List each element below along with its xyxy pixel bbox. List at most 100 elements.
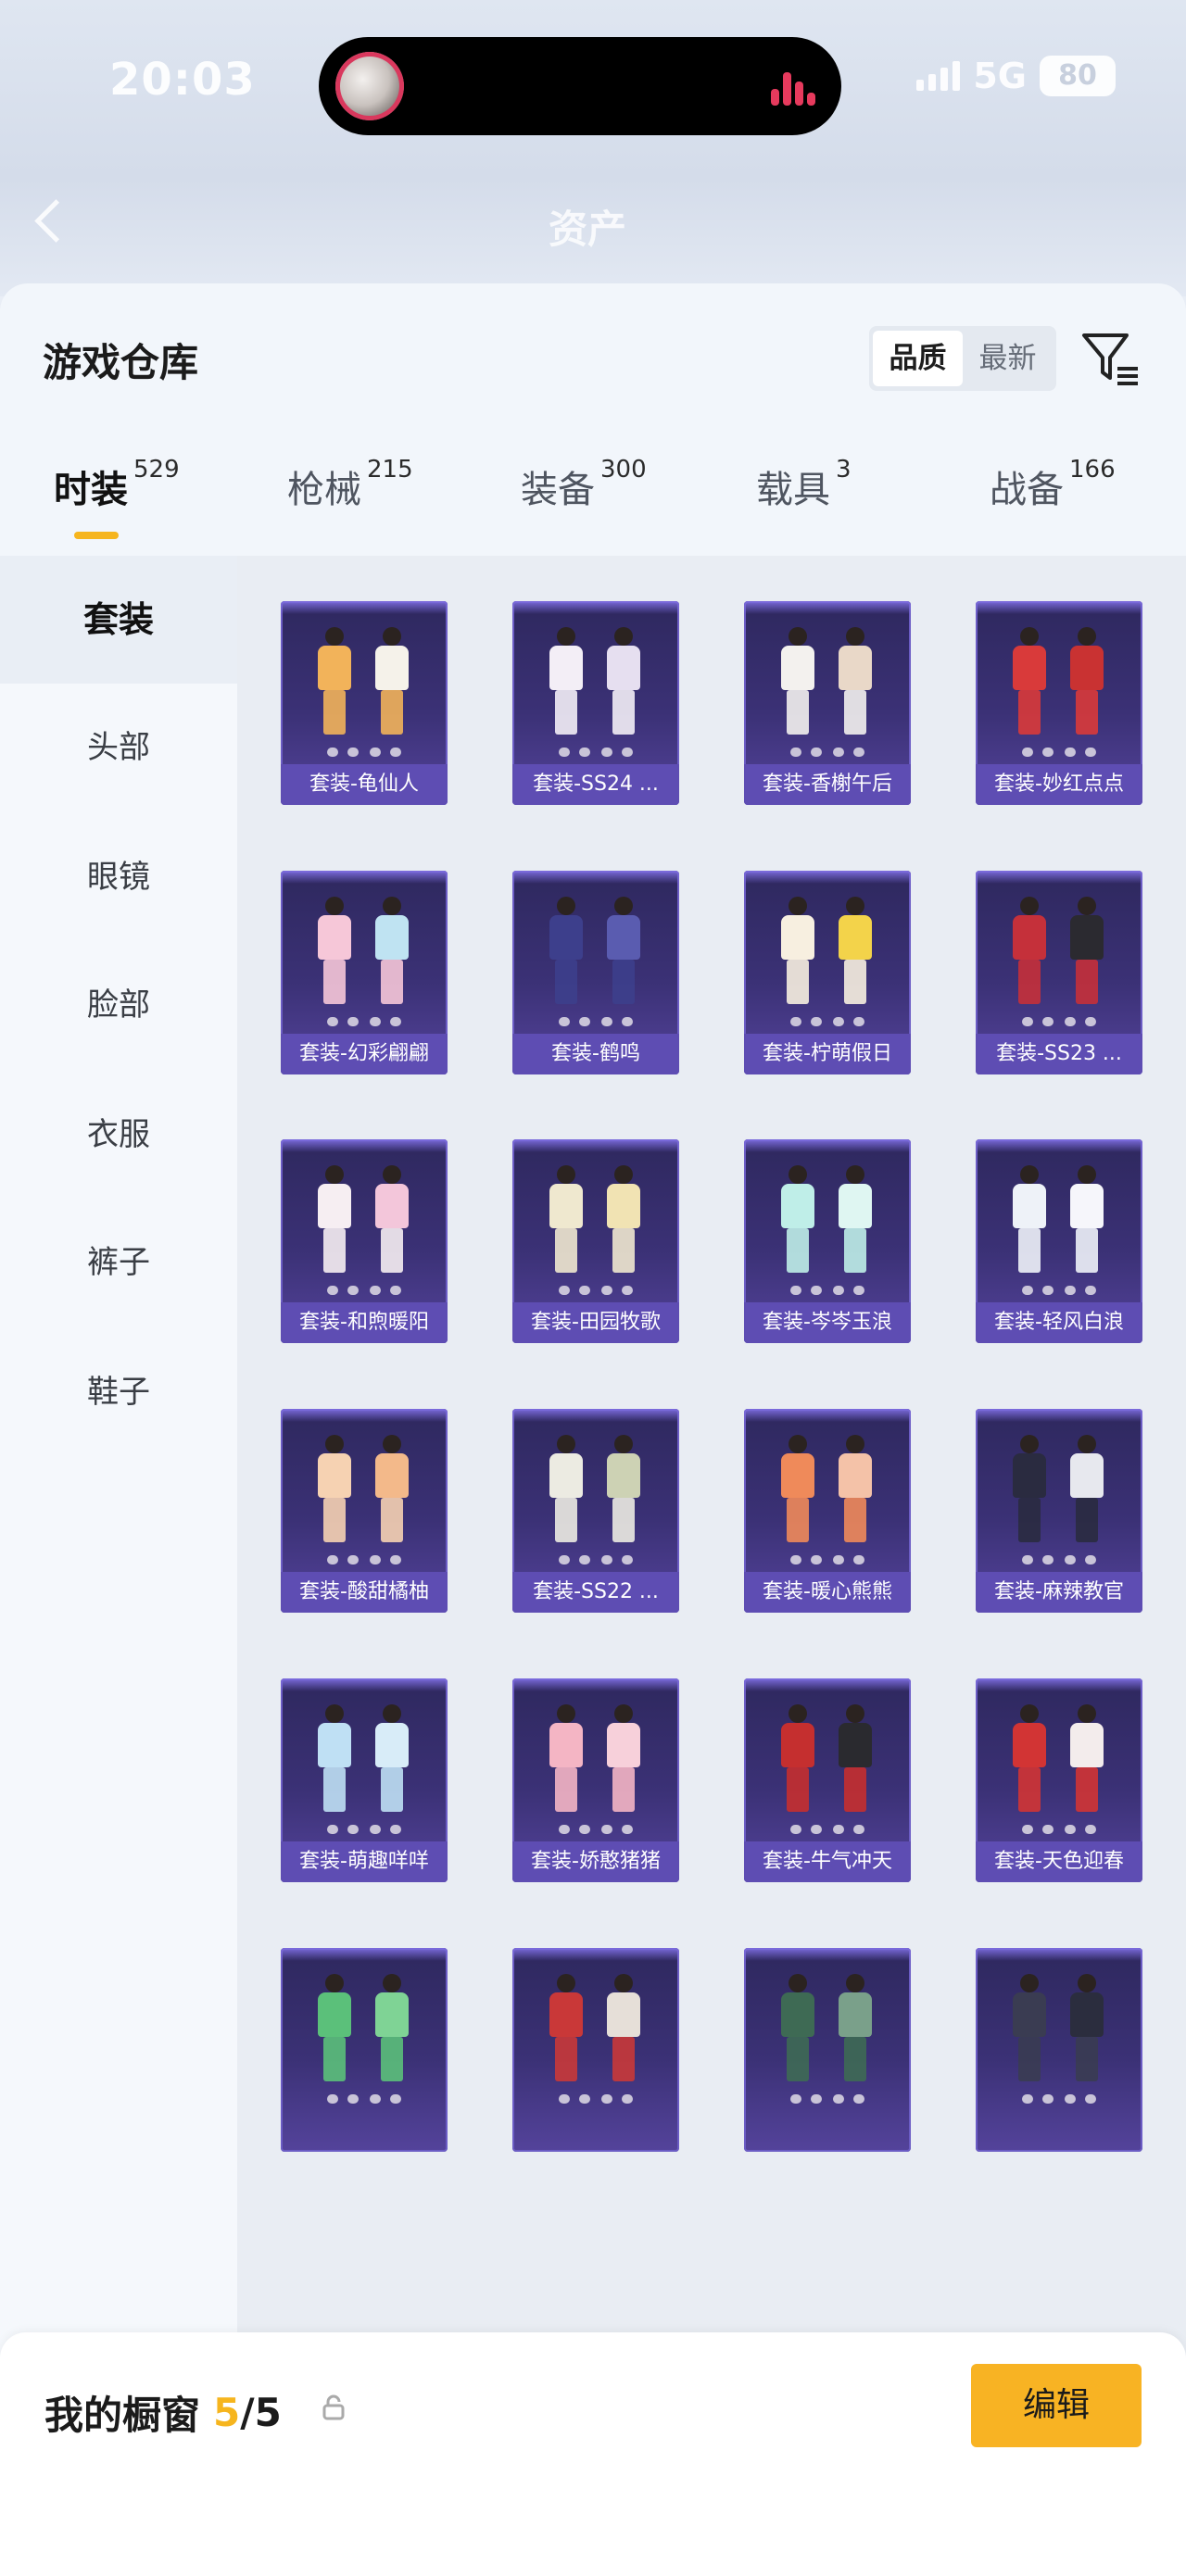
outfit-figure: [776, 627, 820, 736]
outfit-card-label: 套装-萌趣咩咩: [281, 1841, 448, 1882]
showcase-total: /5: [240, 2390, 282, 2435]
shoes-preview: [555, 2094, 637, 2104]
outfit-card[interactable]: 套装-幻彩翩翩: [281, 871, 448, 1074]
outfit-figure: [833, 627, 877, 736]
outfit-card[interactable]: [281, 1948, 448, 2152]
outfit-card[interactable]: 套装-麻辣教官: [976, 1409, 1142, 1613]
outfit-figure: [1065, 1435, 1109, 1544]
outfit-card-label: 套装-天色迎春: [976, 1841, 1142, 1882]
shoes-preview: [323, 1286, 405, 1295]
outfit-figure: [370, 1974, 414, 2083]
outfit-figure: [1065, 897, 1109, 1006]
outfit-figure: [1007, 627, 1052, 736]
outfit-figure: [312, 1165, 357, 1275]
filter-icon[interactable]: [1080, 330, 1142, 389]
outfit-figure: [544, 1974, 588, 2083]
outfit-card[interactable]: 套装-柠萌假日: [744, 871, 911, 1074]
sidebar-item-head[interactable]: 头部: [0, 684, 237, 811]
outfit-card[interactable]: 套装-牛气冲天: [744, 1678, 911, 1882]
outfit-card-label: 套装-龟仙人: [281, 764, 448, 805]
outfit-card[interactable]: 套装-岑岑玉浪: [744, 1139, 911, 1343]
outfit-card-label: 套装-酸甜橘柚: [281, 1572, 448, 1613]
outfit-figure: [776, 1165, 820, 1275]
tab-count: 215: [367, 456, 413, 484]
sidebar-item-shoes[interactable]: 鞋子: [0, 1328, 237, 1456]
shoes-preview: [787, 1017, 868, 1026]
outfit-card[interactable]: 套装-SS24 ...: [512, 601, 679, 805]
sort-quality[interactable]: 品质: [873, 331, 963, 386]
outfit-figure: [601, 1165, 646, 1275]
outfit-card[interactable]: 套装-轻风白浪: [976, 1139, 1142, 1343]
outfit-card-label: 套装-SS24 ...: [512, 764, 679, 805]
outfit-card-label: 套装-和煦暖阳: [281, 1302, 448, 1343]
outfit-card[interactable]: 套装-香榭午后: [744, 601, 911, 805]
outfit-figure: [312, 1704, 357, 1814]
tab-firearms[interactable]: 枪械 215: [287, 456, 413, 513]
outfit-figure: [833, 1704, 877, 1814]
outfit-card[interactable]: [512, 1948, 679, 2152]
outfit-card-label: 套装-田园牧歌: [512, 1302, 679, 1343]
outfit-card[interactable]: 套装-和煦暖阳: [281, 1139, 448, 1343]
outfit-card[interactable]: [744, 1948, 911, 2152]
outfit-figure: [1007, 1435, 1052, 1544]
shoes-preview: [323, 748, 405, 757]
item-grid: 套装-电音精灵套装-天籁歌者套装-神气柴柴套装-懵萌河马套装-龟仙人套装-SS2…: [237, 556, 1186, 2576]
outfit-card-label: 套装-SS23 ...: [976, 1034, 1142, 1074]
edit-button[interactable]: 编辑: [971, 2364, 1142, 2447]
outfit-figure: [833, 1435, 877, 1544]
outfit-card-label: 套装-轻风白浪: [976, 1302, 1142, 1343]
outfit-card[interactable]: [976, 1948, 1142, 2152]
outfit-card[interactable]: 套装-田园牧歌: [512, 1139, 679, 1343]
tab-equipment[interactable]: 装备 300: [521, 456, 647, 513]
sort-latest[interactable]: 最新: [963, 331, 1053, 386]
outfit-card-label: 套装-麻辣教官: [976, 1572, 1142, 1613]
outfit-figure: [370, 1704, 414, 1814]
tab-supplies[interactable]: 战备 166: [990, 456, 1116, 513]
network-type: 5G: [973, 56, 1027, 96]
sidebar-item-suit[interactable]: 套装: [0, 556, 237, 684]
sidebar-item-glasses[interactable]: 眼镜: [0, 813, 237, 941]
category-tabs: 时装 529 枪械 215 装备 300 载具 3 战备 166: [0, 456, 1186, 534]
outfit-figure: [833, 1974, 877, 2083]
shoes-preview: [1018, 1017, 1100, 1026]
outfit-card[interactable]: 套装-酸甜橘柚: [281, 1409, 448, 1613]
outfit-figure: [544, 1704, 588, 1814]
outfit-figure: [312, 897, 357, 1006]
outfit-card[interactable]: 套装-鹤鸣: [512, 871, 679, 1074]
tab-label: 载具: [756, 469, 830, 511]
tab-fashion[interactable]: 时装 529: [54, 456, 180, 513]
outfit-figure: [312, 1435, 357, 1544]
shoes-preview: [323, 2094, 405, 2104]
tab-vehicles[interactable]: 载具 3: [756, 456, 852, 513]
outfit-figure: [601, 1435, 646, 1544]
outfit-card[interactable]: 套装-暖心熊熊: [744, 1409, 911, 1613]
sidebar-item-clothes[interactable]: 衣服: [0, 1071, 237, 1199]
outfit-figure: [1065, 627, 1109, 736]
outfit-figure: [776, 1974, 820, 2083]
panel-title: 游戏仓库: [43, 340, 199, 385]
outfit-figure: [312, 627, 357, 736]
sidebar-item-pants[interactable]: 裤子: [0, 1199, 237, 1326]
shoes-preview: [555, 1555, 637, 1564]
shoes-preview: [787, 1555, 868, 1564]
music-avatar-icon: [335, 52, 404, 120]
outfit-card-label: 套装-鹤鸣: [512, 1034, 679, 1074]
outfit-card[interactable]: 套装-SS23 ...: [976, 871, 1142, 1074]
outfit-figure: [601, 1704, 646, 1814]
back-arrow-icon[interactable]: [34, 199, 78, 243]
outfit-card[interactable]: 套装-天色迎春: [976, 1678, 1142, 1882]
outfit-card[interactable]: 套装-妙红点点: [976, 601, 1142, 805]
tab-label: 战备: [990, 469, 1064, 511]
outfit-figure: [544, 1435, 588, 1544]
outfit-card[interactable]: 套装-SS22 ...: [512, 1409, 679, 1613]
outfit-card[interactable]: 套装-娇憨猪猪: [512, 1678, 679, 1882]
outfit-figure: [544, 1165, 588, 1275]
tab-label: 装备: [521, 469, 595, 511]
outfit-card[interactable]: 套装-萌趣咩咩: [281, 1678, 448, 1882]
outfit-card[interactable]: 套装-龟仙人: [281, 601, 448, 805]
outfit-card-label: 套装-SS22 ...: [512, 1572, 679, 1613]
outfit-figure: [1007, 1704, 1052, 1814]
background-header: 20:03 5G 80 资产: [0, 0, 1186, 296]
outfit-figure: [312, 1974, 357, 2083]
sidebar-item-face[interactable]: 脸部: [0, 941, 237, 1069]
